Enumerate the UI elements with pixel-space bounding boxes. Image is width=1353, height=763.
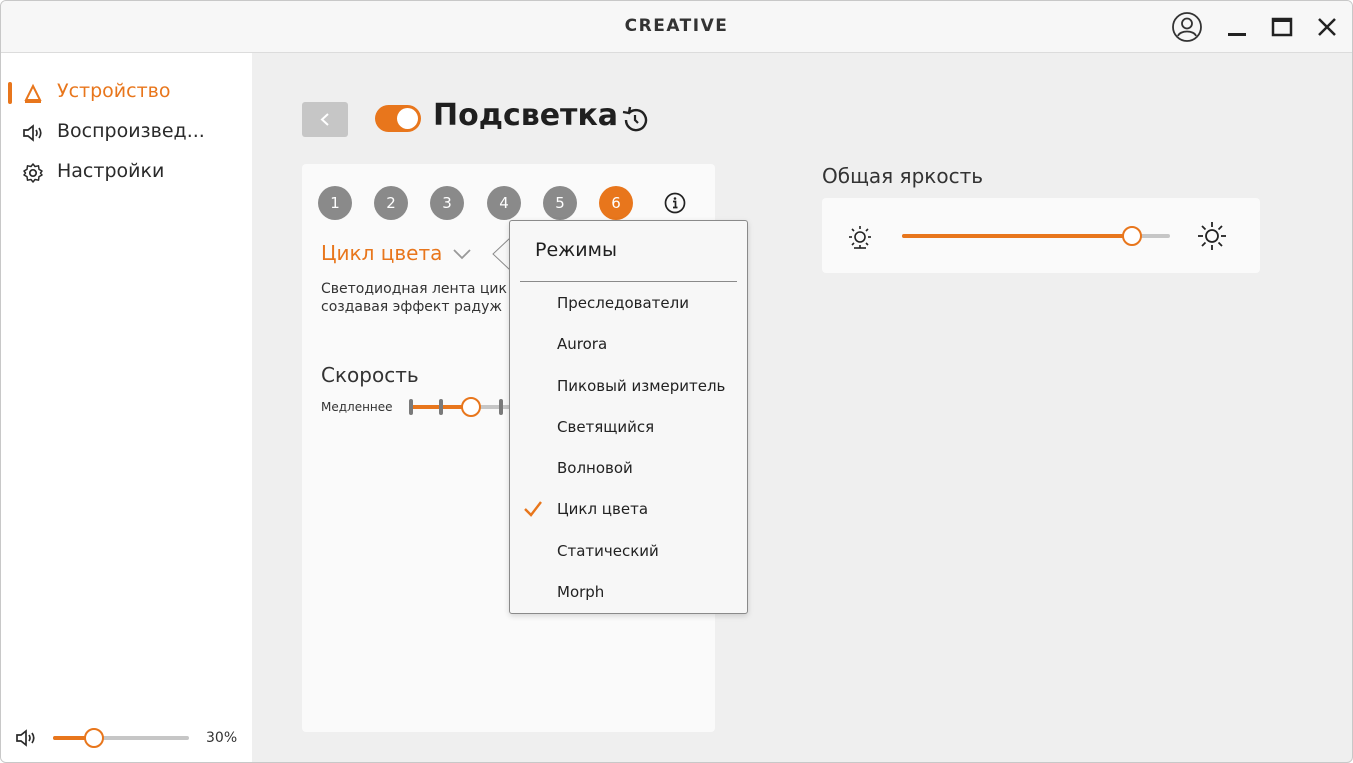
minimize-icon[interactable] bbox=[1221, 11, 1253, 43]
sidebar-item-playback[interactable]: Воспроизвед... bbox=[1, 114, 252, 150]
dropdown-item-static[interactable]: Статический bbox=[511, 533, 747, 569]
sidebar-item-device[interactable]: Устройство bbox=[1, 74, 252, 110]
dropdown-item-glowing[interactable]: Светящийся bbox=[511, 409, 747, 445]
chevron-down-icon[interactable] bbox=[452, 246, 472, 260]
zone-button-5[interactable]: 5 bbox=[543, 186, 577, 220]
sidebar-item-settings[interactable]: Настройки bbox=[1, 154, 252, 190]
brightness-slider-fill bbox=[902, 234, 1132, 238]
close-icon[interactable] bbox=[1311, 11, 1343, 43]
dropdown-item-label: Morph bbox=[557, 583, 605, 601]
sidebar-item-label: Устройство bbox=[57, 80, 171, 102]
zone-button-2[interactable]: 2 bbox=[374, 186, 408, 220]
user-account-icon[interactable] bbox=[1171, 11, 1203, 43]
zone-button-3[interactable]: 3 bbox=[430, 186, 464, 220]
volume-slider[interactable] bbox=[53, 728, 189, 748]
dropdown-item-label: Цикл цвета bbox=[557, 500, 649, 518]
dropdown-item-label: Светящийся bbox=[557, 418, 655, 436]
master-volume: 30% bbox=[1, 721, 252, 755]
sidebar-item-label: Воспроизвед... bbox=[57, 120, 205, 142]
sidebar: Устройство Воспроизвед... Настройки 30% bbox=[1, 53, 252, 762]
mode-select[interactable]: Цикл цвета bbox=[321, 241, 442, 265]
brightness-low-icon bbox=[847, 224, 873, 250]
brand-logo: CREATIVE bbox=[624, 16, 729, 36]
dropdown-item-label: Преследователи bbox=[557, 294, 689, 312]
page-title: Подсветка bbox=[433, 98, 619, 133]
checkmark-icon bbox=[523, 500, 543, 518]
volume-slider-handle[interactable] bbox=[84, 728, 104, 748]
back-button[interactable] bbox=[302, 102, 348, 137]
speaker-icon bbox=[22, 122, 44, 144]
mode-description-line1: Светодиодная лента цик bbox=[321, 281, 507, 297]
dropdown-item-label: Волновой bbox=[557, 459, 633, 477]
dropdown-item-aurora[interactable]: Aurora bbox=[511, 326, 747, 362]
dropdown-item-color-cycle[interactable]: Цикл цвета bbox=[511, 491, 747, 527]
brightness-slider[interactable] bbox=[902, 226, 1170, 246]
zone-button-1[interactable]: 1 bbox=[318, 186, 352, 220]
toggle-knob bbox=[397, 108, 418, 129]
app-window: CREATIVE Устройство Воспроизвед... Настр… bbox=[0, 0, 1353, 763]
dropdown-divider bbox=[520, 281, 737, 282]
dropdown-item-label: Статический bbox=[557, 542, 659, 560]
dropdown-item-label: Aurora bbox=[557, 335, 608, 353]
speed-slider[interactable] bbox=[409, 397, 511, 417]
volume-percent: 30% bbox=[206, 730, 238, 746]
sidebar-item-label: Настройки bbox=[57, 160, 165, 182]
dropdown-item-peak-meter[interactable]: Пиковый измеритель bbox=[511, 368, 747, 404]
zone-button-6[interactable]: 6 bbox=[599, 186, 633, 220]
active-indicator bbox=[8, 82, 12, 104]
dropdown-item-label: Пиковый измеритель bbox=[557, 377, 726, 395]
brightness-slider-handle[interactable] bbox=[1122, 226, 1142, 246]
zone-button-4[interactable]: 4 bbox=[487, 186, 521, 220]
dropdown-header: Режимы bbox=[535, 239, 617, 261]
gear-icon bbox=[22, 162, 44, 184]
maximize-icon[interactable] bbox=[1266, 11, 1298, 43]
speed-tick bbox=[439, 399, 443, 415]
speed-tick bbox=[409, 399, 413, 415]
modes-dropdown: Режимы Преследователи Aurora Пиковый изм… bbox=[509, 220, 748, 614]
dropdown-item-morph[interactable]: Morph bbox=[511, 574, 747, 610]
speed-slider-handle[interactable] bbox=[461, 397, 481, 417]
brightness-label: Общая яркость bbox=[822, 164, 984, 188]
speed-min-label: Медленнее bbox=[321, 400, 393, 414]
dropdown-item-chasers[interactable]: Преследователи bbox=[511, 285, 747, 321]
lighting-toggle[interactable] bbox=[375, 105, 421, 132]
brightness-high-icon bbox=[1196, 220, 1228, 252]
info-icon[interactable] bbox=[663, 191, 687, 215]
reset-icon[interactable] bbox=[618, 103, 652, 137]
device-icon bbox=[22, 82, 44, 104]
dropdown-item-wave[interactable]: Волновой bbox=[511, 450, 747, 486]
speed-label: Скорость bbox=[321, 363, 419, 387]
speed-tick bbox=[499, 399, 503, 415]
mode-description: Светодиодная лента цик создавая эффект р… bbox=[321, 280, 511, 316]
title-bar: CREATIVE bbox=[1, 1, 1352, 53]
volume-icon[interactable] bbox=[15, 727, 39, 749]
mode-description-line2: создавая эффект радуж bbox=[321, 299, 503, 315]
